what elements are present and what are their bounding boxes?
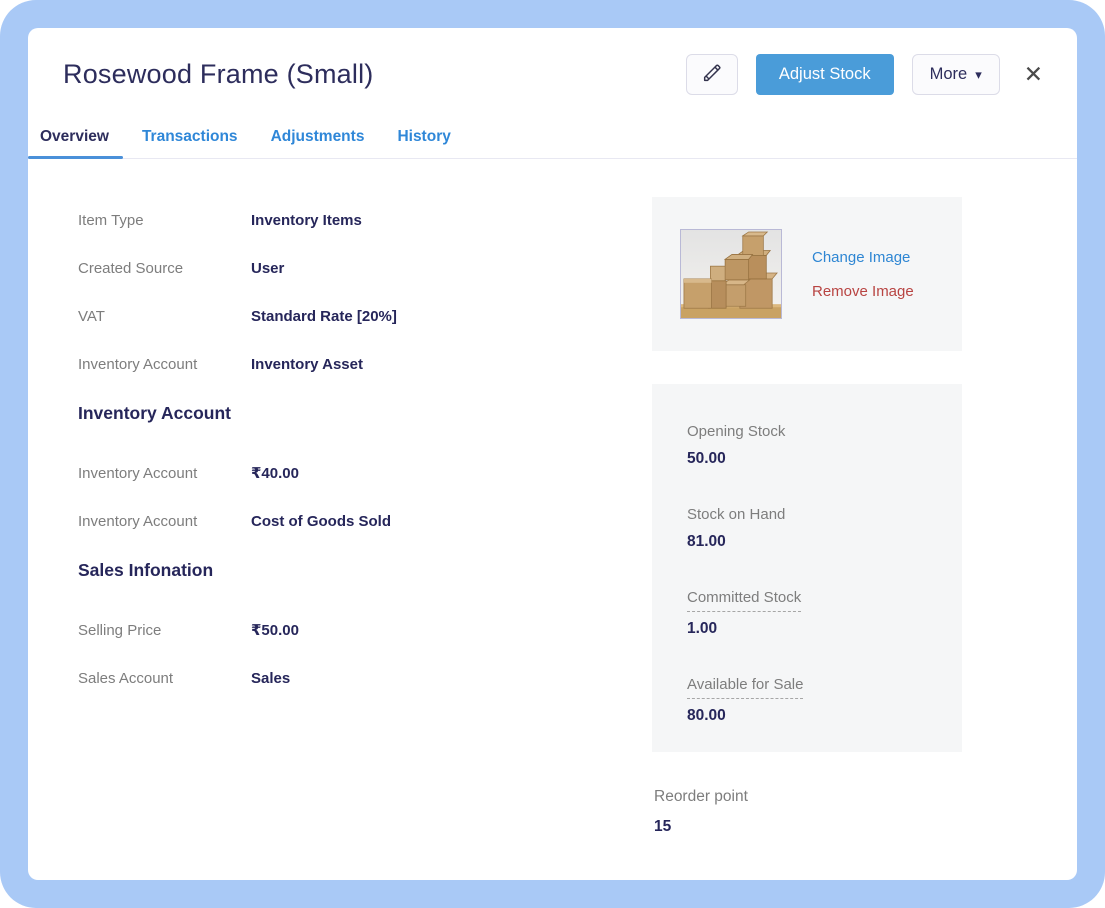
detail-label: Inventory Account — [78, 355, 251, 375]
stock-value: 81.00 — [687, 532, 942, 552]
overview-content: Item Type Inventory Items Created Source… — [28, 159, 1077, 836]
pencil-icon — [701, 62, 723, 87]
image-links: Change Image Remove Image — [812, 249, 914, 300]
close-icon[interactable]: ✕ — [1020, 59, 1047, 90]
detail-row-cogs-account: Inventory Account Cost of Goods Sold — [78, 512, 652, 532]
detail-value: Sales — [251, 669, 290, 689]
edit-button[interactable] — [686, 54, 738, 95]
reorder-point-label: Reorder point — [654, 788, 962, 806]
more-button-label: More — [930, 65, 968, 84]
item-detail-card: Rosewood Frame (Small) Adjust Stock More… — [28, 28, 1077, 880]
detail-label: VAT — [78, 307, 251, 327]
stock-row-stock-on-hand: Stock on Hand 81.00 — [687, 505, 942, 552]
detail-value: ₹40.00 — [251, 464, 299, 484]
detail-row-vat: VAT Standard Rate [20%] — [78, 307, 652, 327]
reorder-point-value: 15 — [654, 818, 962, 836]
remove-image-link[interactable]: Remove Image — [812, 283, 914, 300]
stock-panel: Opening Stock 50.00 Stock on Hand 81.00 … — [652, 384, 962, 752]
stock-summary-column: Change Image Remove Image Opening Stock … — [652, 197, 962, 836]
detail-value: Inventory Asset — [251, 355, 363, 375]
detail-row-item-type: Item Type Inventory Items — [78, 211, 652, 231]
adjust-stock-button[interactable]: Adjust Stock — [756, 54, 894, 95]
detail-row-sales-account: Sales Account Sales — [78, 669, 652, 689]
page-title: Rosewood Frame (Small) — [63, 59, 373, 90]
detail-label: Sales Account — [78, 669, 251, 689]
detail-label: Selling Price — [78, 621, 251, 641]
stock-value: 80.00 — [687, 706, 942, 726]
header-actions: Adjust Stock More ▾ ✕ — [686, 54, 1047, 95]
tab-bar: Overview Transactions Adjustments Histor… — [28, 128, 1077, 159]
detail-value: User — [251, 259, 284, 279]
stock-value: 50.00 — [687, 449, 942, 469]
detail-value: ₹50.00 — [251, 621, 299, 641]
window-frame: Rosewood Frame (Small) Adjust Stock More… — [0, 0, 1105, 908]
stock-label: Stock on Hand — [687, 505, 785, 525]
stock-row-available-for-sale: Available for Sale 80.00 — [687, 675, 942, 726]
stock-label: Available for Sale — [687, 675, 803, 699]
change-image-link[interactable]: Change Image — [812, 249, 914, 266]
detail-value: Standard Rate [20%] — [251, 307, 397, 327]
section-heading-inventory-account: Inventory Account — [78, 403, 652, 424]
stock-row-opening-stock: Opening Stock 50.00 — [687, 422, 942, 469]
stock-row-committed-stock: Committed Stock 1.00 — [687, 588, 942, 639]
detail-label: Inventory Account — [78, 512, 251, 532]
detail-label: Item Type — [78, 211, 251, 231]
stock-label: Committed Stock — [687, 588, 801, 612]
tab-overview[interactable]: Overview — [40, 128, 109, 146]
more-button[interactable]: More ▾ — [912, 54, 1000, 95]
stock-value: 1.00 — [687, 619, 942, 639]
section-heading-sales-information: Sales Infonation — [78, 560, 652, 581]
tab-transactions[interactable]: Transactions — [142, 128, 238, 146]
reorder-point-block: Reorder point 15 — [652, 788, 962, 836]
stock-label: Opening Stock — [687, 422, 785, 442]
tab-adjustments[interactable]: Adjustments — [271, 128, 365, 146]
image-panel: Change Image Remove Image — [652, 197, 962, 351]
detail-row-cost-price: Inventory Account ₹40.00 — [78, 464, 652, 484]
detail-row-inventory-account: Inventory Account Inventory Asset — [78, 355, 652, 375]
item-details-column: Item Type Inventory Items Created Source… — [50, 197, 652, 836]
detail-label: Created Source — [78, 259, 251, 279]
product-image — [680, 229, 782, 319]
detail-label: Inventory Account — [78, 464, 251, 484]
detail-value: Cost of Goods Sold — [251, 512, 391, 532]
tab-history[interactable]: History — [397, 128, 450, 146]
detail-row-created-source: Created Source User — [78, 259, 652, 279]
header: Rosewood Frame (Small) Adjust Stock More… — [28, 28, 1077, 95]
chevron-down-icon: ▾ — [975, 68, 982, 81]
detail-value: Inventory Items — [251, 211, 362, 231]
detail-row-selling-price: Selling Price ₹50.00 — [78, 621, 652, 641]
